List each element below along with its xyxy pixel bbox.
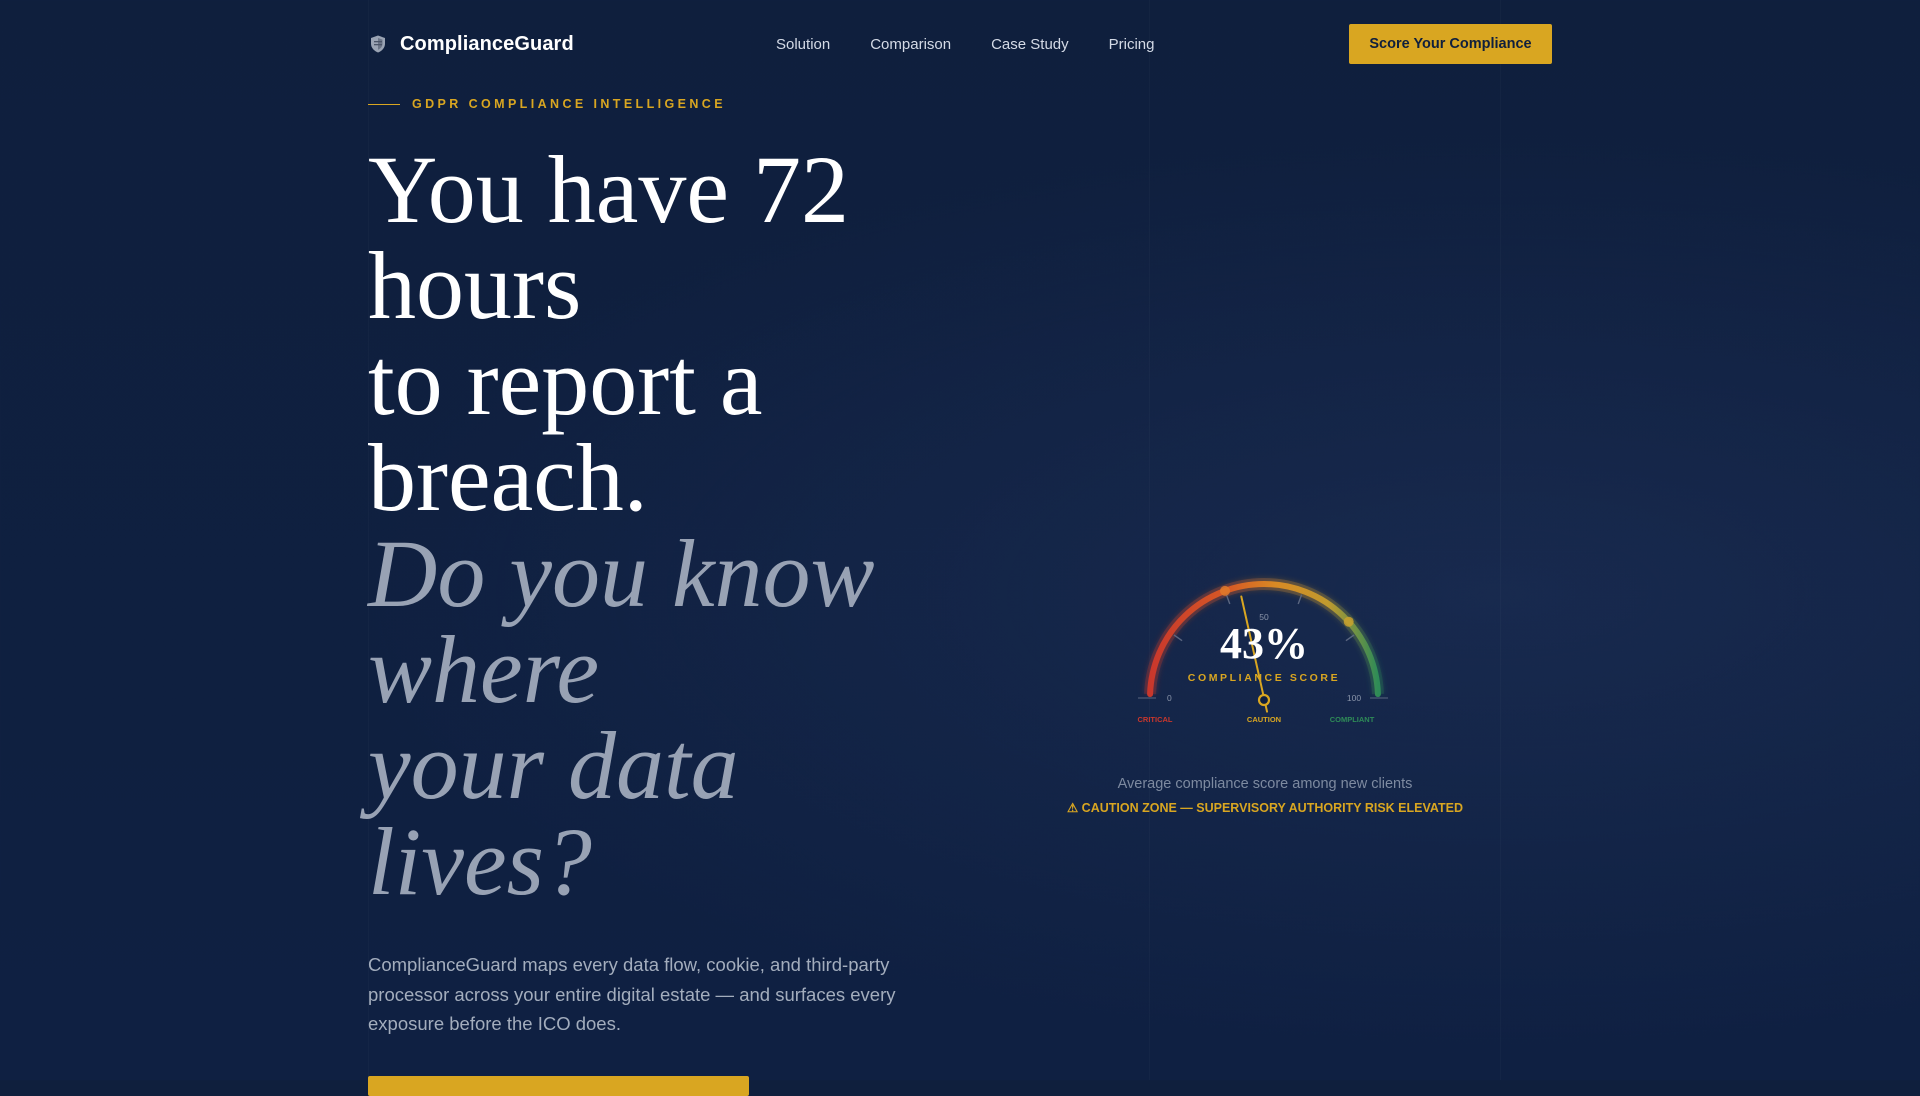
gauge-needle-hub [1257,693,1271,707]
brand-name: ComplianceGuard [400,32,574,55]
gauge-label: COMPLIANCE SCORE [1187,672,1341,684]
headline-line: You have 72 [368,136,849,243]
hero-headline: You have 72 hours to report a breach. Do… [368,142,968,910]
gauge-zone-marker [1220,585,1231,596]
hero-subtext: ComplianceGuard maps every data flow, co… [368,954,896,1034]
brand-logo-link[interactable]: ComplianceGuard [370,24,574,64]
zone-label-caution: CAUTION [1247,715,1281,724]
zone-label-critical: CRITICAL [1138,715,1173,724]
question-line: lives? [368,808,592,915]
hero-cta-button[interactable] [368,1076,749,1096]
gauge-caption: Average compliance score among new clien… [1117,776,1413,792]
eyebrow-rule [368,103,400,105]
grid-line [1500,0,1501,1080]
headline-line: to report a [368,328,763,435]
compliance-gauge: 0 50 100 CRITICAL CAUTION COMPLIANT 43% … [1130,570,1398,730]
headline-line: breach. [368,424,648,531]
gauge-value: 43% [1220,619,1308,668]
zone-label-compliant: COMPLIANT [1330,715,1375,724]
headline-line: hours [368,232,582,339]
nav-link-solution[interactable]: Solution [776,36,830,53]
tick-label-max: 100 [1347,693,1361,703]
question-line: where [368,616,600,723]
top-navigation: ComplianceGuard Solution Comparison Case… [368,24,1552,64]
nav-link-comparison[interactable]: Comparison [870,36,951,53]
question-line: your data [368,712,739,819]
grid-line [1149,0,1150,1080]
eyebrow: GDPR COMPLIANCE INTELLIGENCE [368,96,726,112]
question-line: Do you know [368,520,875,627]
tick-label-min: 0 [1167,693,1172,703]
caution-warning: ⚠ CAUTION ZONE — SUPERVISORY AUTHORITY R… [1067,801,1463,815]
nav-link-case-study[interactable]: Case Study [991,36,1069,53]
shield-icon [371,35,385,53]
nav-link-pricing[interactable]: Pricing [1109,36,1155,53]
score-compliance-button[interactable]: Score Your Compliance [1349,24,1552,64]
nav-links: Solution Comparison Case Study Pricing [776,24,1195,64]
eyebrow-text: GDPR COMPLIANCE INTELLIGENCE [412,97,726,111]
